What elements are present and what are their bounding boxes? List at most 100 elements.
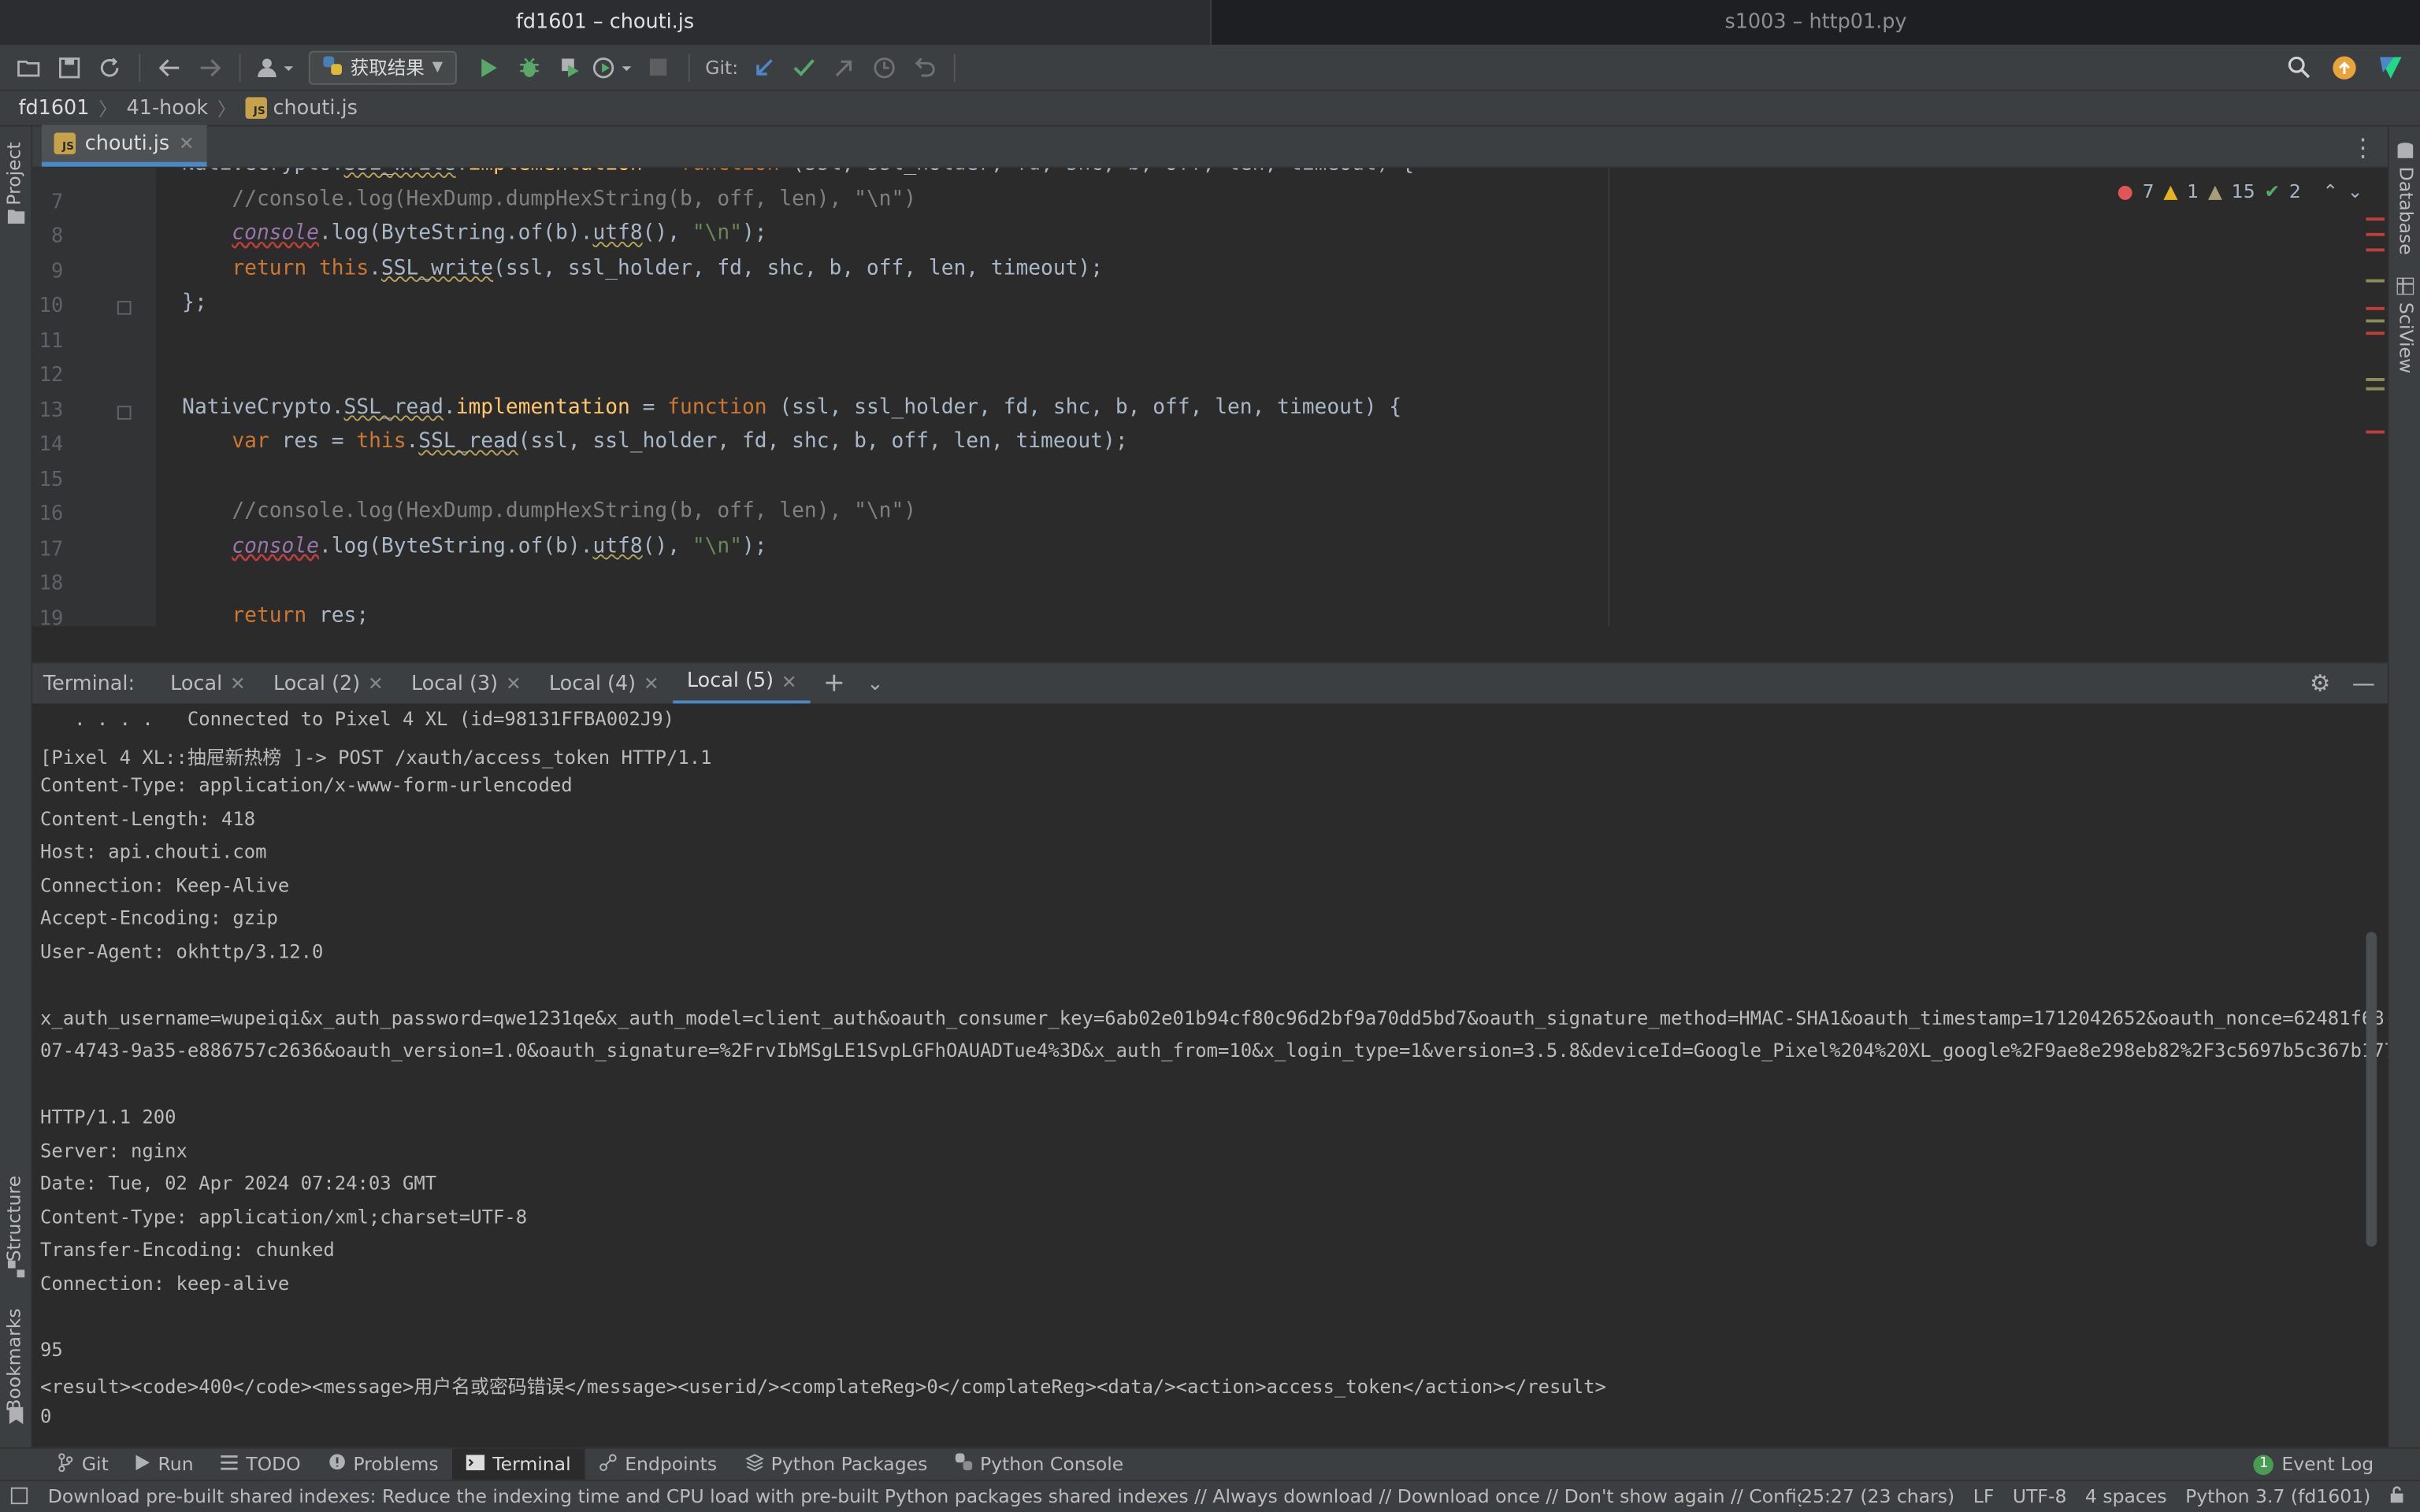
sync-icon[interactable] — [90, 47, 130, 87]
close-icon[interactable]: ✕ — [230, 673, 246, 694]
terminal-line: . . . . Connected to Pixel 4 XL (id=9813… — [39, 708, 674, 730]
fold-marker-icon[interactable] — [117, 405, 132, 419]
chevron-up-icon[interactable]: ⌃ — [2322, 180, 2338, 202]
window-tab-active[interactable]: fd1601 – chouti.js — [0, 0, 1211, 45]
tab-run[interactable]: Run — [122, 1448, 207, 1480]
tab-endpoints[interactable]: Endpoints — [585, 1448, 730, 1480]
terminal-output[interactable]: . . . . Connected to Pixel 4 XL (id=9813… — [32, 703, 2388, 1447]
editor-tab-chouti-js[interactable]: JS chouti.js ✕ — [41, 124, 207, 167]
debug-icon[interactable] — [509, 47, 549, 87]
warning-mark[interactable] — [2366, 319, 2385, 323]
warning-mark[interactable] — [2366, 387, 2385, 391]
tab-python-console[interactable]: Python Console — [941, 1448, 1138, 1480]
warning-mark[interactable] — [2366, 279, 2385, 283]
terminal-scrollbar[interactable] — [2366, 932, 2377, 1247]
terminal-tab[interactable]: Local ✕ — [157, 662, 260, 704]
git-update-icon[interactable] — [744, 47, 785, 87]
open-folder-icon[interactable] — [9, 47, 50, 87]
minimize-icon[interactable]: — — [2352, 669, 2375, 697]
tab-terminal[interactable]: Terminal — [452, 1447, 585, 1480]
chevron-down-icon[interactable]: ⌄ — [867, 672, 883, 695]
tab-python-packages[interactable]: Python Packages — [731, 1448, 941, 1480]
stop-icon[interactable] — [639, 47, 679, 87]
editor-gutter: 7 8 9 10 11 12 13 14 15 16 17 18 19 — [32, 168, 156, 627]
user-icon[interactable] — [250, 47, 302, 87]
left-tool-strip: Project Structure Bookmarks — [0, 126, 33, 1447]
close-icon[interactable]: ✕ — [368, 673, 384, 694]
error-mark[interactable] — [2366, 430, 2385, 434]
project-tool-button[interactable]: Project — [3, 142, 24, 205]
window-tab-inactive[interactable]: s1003 – http01.py — [1210, 0, 2420, 45]
error-mark[interactable] — [2366, 217, 2385, 221]
error-mark[interactable] — [2366, 306, 2385, 310]
error-mark[interactable] — [2366, 232, 2385, 236]
terminal-line: 0 — [39, 1404, 52, 1427]
breadcrumb: fd1601 〉 41-hook 〉 JS chouti.js — [0, 91, 2420, 127]
chevron-down-icon[interactable]: ⌄ — [2348, 180, 2363, 202]
right-margin-guide — [1608, 168, 1610, 627]
window-title-inactive: s1003 – http01.py — [1724, 10, 1907, 35]
database-tool-button[interactable]: Database — [2396, 167, 2417, 255]
search-icon[interactable] — [2278, 47, 2318, 87]
status-message[interactable]: Download pre-built shared indexes: Reduc… — [48, 1486, 1801, 1507]
terminal-line: Content-Type: application/x-www-form-url… — [39, 774, 573, 796]
lock-icon[interactable] — [2389, 1486, 2405, 1507]
error-mark[interactable] — [2366, 248, 2385, 252]
breadcrumb-item-folder[interactable]: 41-hook — [127, 96, 209, 119]
code-editor[interactable]: 78910111213141516171819 NativeCrypto.SSL… — [32, 168, 2388, 627]
terminal-tab-label: Local (2) — [273, 672, 361, 695]
terminal-line: Connection: keep-alive — [39, 1272, 290, 1294]
tab-git[interactable]: Git — [43, 1448, 123, 1480]
tab-todo[interactable]: TODO — [207, 1448, 314, 1480]
structure-tool-button[interactable]: Structure — [3, 1176, 24, 1262]
warning-mark[interactable] — [2366, 378, 2385, 381]
jetbrains-icon[interactable] — [2370, 47, 2411, 87]
tab-problems[interactable]: Problems — [314, 1448, 452, 1480]
inspection-widget[interactable]: ● 7 ▲ 1 ▲ 15 ✔ 2 ⌃ ⌄ — [2117, 180, 2362, 202]
error-mark[interactable] — [2366, 332, 2385, 335]
terminal-tab[interactable]: Local (2) ✕ — [259, 662, 397, 704]
toggle-tool-windows-icon[interactable] — [10, 1487, 28, 1509]
profile-icon[interactable] — [589, 47, 639, 87]
error-stripe[interactable] — [2366, 211, 2385, 612]
terminal-tab[interactable]: Local (4) ✕ — [535, 662, 673, 704]
breadcrumb-item-project[interactable]: fd1601 — [19, 96, 90, 119]
line-separator[interactable]: LF — [1973, 1486, 1995, 1507]
gear-icon[interactable]: ⚙ — [2310, 669, 2330, 697]
line-number: 9 — [50, 260, 64, 284]
close-icon[interactable]: ✕ — [179, 132, 195, 154]
breadcrumb-item-file[interactable]: chouti.js — [273, 96, 358, 119]
revert-icon[interactable] — [905, 47, 945, 87]
fold-marker-icon[interactable] — [117, 301, 132, 315]
history-icon[interactable] — [865, 47, 905, 87]
file-encoding[interactable]: UTF-8 — [2013, 1486, 2067, 1507]
git-push-icon[interactable] — [825, 47, 865, 87]
python-interpreter[interactable]: Python 3.7 (fd1601) — [2185, 1486, 2370, 1507]
event-log-button[interactable]: 1 Event Log — [2254, 1454, 2374, 1475]
panel-splitter[interactable] — [32, 626, 2388, 662]
terminal-tab[interactable]: Local (5) ✕ — [673, 662, 811, 705]
bookmarks-tool-button[interactable]: Bookmarks — [3, 1308, 24, 1411]
save-icon[interactable] — [50, 47, 90, 87]
update-icon[interactable] — [2325, 47, 2365, 87]
terminal-tab[interactable]: Local (3) ✕ — [397, 662, 535, 704]
close-icon[interactable]: ✕ — [781, 670, 797, 691]
more-options-icon[interactable]: ⋮ — [2351, 132, 2375, 161]
git-commit-icon[interactable] — [785, 47, 825, 87]
tab-label: Python Console — [979, 1453, 1124, 1475]
indent-setting[interactable]: 4 spaces — [2085, 1486, 2167, 1507]
run-icon[interactable] — [469, 47, 509, 87]
code-line: NativeCrypto.SSL_write.implementation = … — [182, 169, 1414, 176]
main-toolbar: 获取结果 ▼ Git: — [0, 44, 2420, 91]
back-icon[interactable] — [150, 47, 190, 87]
coverage-icon[interactable] — [549, 47, 589, 87]
terminal-line: Connection: Keep-Alive — [39, 873, 290, 896]
close-icon[interactable]: ✕ — [506, 673, 521, 694]
add-terminal-icon[interactable]: + — [823, 668, 845, 699]
close-icon[interactable]: ✕ — [644, 673, 659, 694]
terminal-line: Server: nginx — [39, 1139, 187, 1162]
caret-position[interactable]: 25:27 (23 chars) — [1801, 1486, 1954, 1507]
run-configuration-selector[interactable]: 获取结果 ▼ — [308, 50, 457, 84]
sciview-tool-button[interactable]: SciView — [2396, 302, 2417, 373]
forward-icon[interactable] — [190, 47, 230, 87]
